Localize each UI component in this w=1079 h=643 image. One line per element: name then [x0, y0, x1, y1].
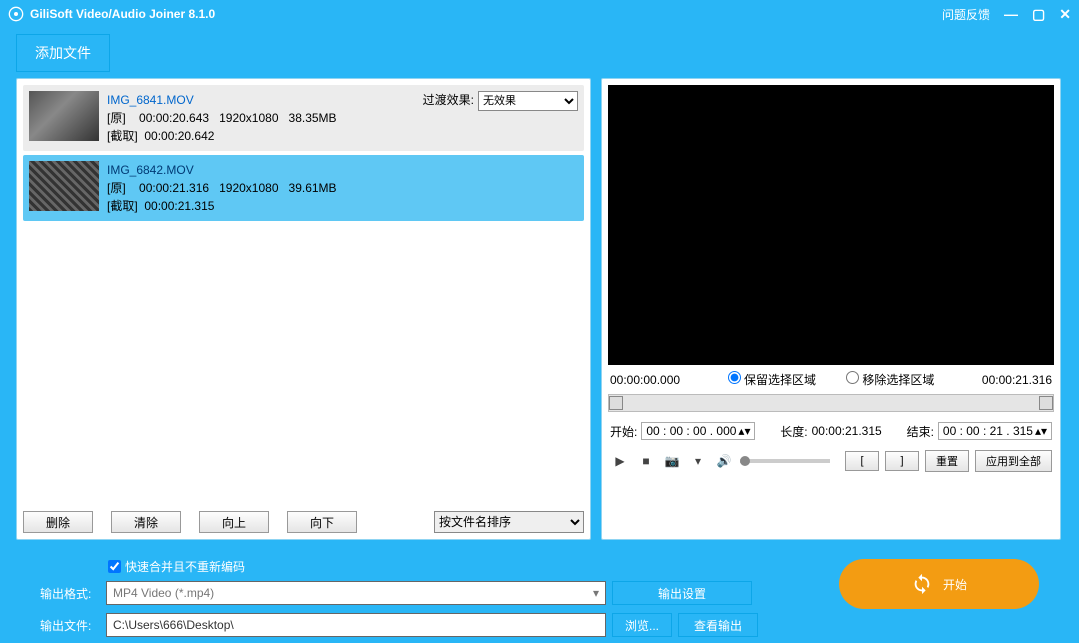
close-button[interactable]: ✕ — [1059, 7, 1071, 21]
browse-button[interactable]: 浏览... — [612, 613, 672, 637]
clear-button[interactable]: 清除 — [111, 511, 181, 533]
move-up-button[interactable]: 向上 — [199, 511, 269, 533]
volume-icon[interactable]: 🔊 — [714, 451, 734, 471]
output-file-input[interactable] — [106, 613, 606, 637]
feedback-link[interactable]: 问题反馈 — [942, 6, 990, 23]
file-thumbnail — [29, 161, 99, 211]
snapshot-icon[interactable]: 📷 — [662, 451, 682, 471]
preview-panel: 00:00:00.000 保留选择区域 移除选择区域 00:00:21.316 … — [601, 78, 1061, 540]
refresh-icon — [911, 573, 933, 595]
titlebar[interactable]: GiliSoft Video/Audio Joiner 8.1.0 问题反馈 —… — [0, 0, 1079, 28]
mark-in-button[interactable]: [ — [845, 451, 879, 471]
reset-button[interactable]: 重置 — [925, 450, 969, 472]
end-time-input[interactable]: 00 : 00 : 21 . 315▴▾ — [938, 422, 1052, 440]
slider-handle-right[interactable] — [1039, 396, 1053, 410]
move-down-button[interactable]: 向下 — [287, 511, 357, 533]
video-preview[interactable] — [608, 85, 1054, 365]
fullscreen-icon[interactable]: ▾ — [688, 451, 708, 471]
stop-icon[interactable]: ■ — [636, 451, 656, 471]
file-item[interactable]: IMG_6841.MOV [原] 00:00:20.643 1920x1080 … — [23, 85, 584, 151]
file-list-panel: IMG_6841.MOV [原] 00:00:20.643 1920x1080 … — [16, 78, 591, 540]
mark-out-button[interactable]: ] — [885, 451, 919, 471]
file-list: IMG_6841.MOV [原] 00:00:20.643 1920x1080 … — [23, 85, 584, 501]
fast-merge-label: 快速合并且不重新编码 — [125, 558, 245, 575]
preview-time-end: 00:00:21.316 — [982, 373, 1052, 387]
minimize-button[interactable]: — — [1004, 7, 1018, 21]
file-name: IMG_6841.MOV — [107, 91, 415, 109]
chevron-down-icon: ▾ — [593, 586, 599, 600]
volume-slider[interactable] — [740, 459, 830, 463]
output-settings-button[interactable]: 输出设置 — [612, 581, 752, 605]
start-time-input[interactable]: 00 : 00 : 00 . 000▴▾ — [641, 422, 755, 440]
fast-merge-checkbox[interactable] — [108, 560, 121, 573]
keep-region-radio[interactable]: 保留选择区域 — [728, 371, 816, 388]
apply-all-button[interactable]: 应用到全部 — [975, 450, 1052, 472]
add-file-button[interactable]: 添加文件 — [16, 34, 110, 72]
remove-region-radio[interactable]: 移除选择区域 — [846, 371, 934, 388]
range-slider[interactable] — [608, 394, 1054, 412]
file-info: IMG_6841.MOV [原] 00:00:20.643 1920x1080 … — [107, 91, 415, 145]
app-window: GiliSoft Video/Audio Joiner 8.1.0 问题反馈 —… — [0, 0, 1079, 643]
output-format-label: 输出格式: — [40, 585, 100, 602]
preview-time-start: 00:00:00.000 — [610, 373, 680, 387]
file-thumbnail — [29, 91, 99, 141]
output-format-select[interactable]: MP4 Video (*.mp4)▾ — [106, 581, 606, 605]
file-info: IMG_6842.MOV [原] 00:00:21.316 1920x1080 … — [107, 161, 578, 215]
slider-handle-left[interactable] — [609, 396, 623, 410]
output-file-label: 输出文件: — [40, 617, 100, 634]
sort-select[interactable]: 按文件名排序 — [434, 511, 584, 533]
view-output-button[interactable]: 查看输出 — [678, 613, 758, 637]
file-name: IMG_6842.MOV — [107, 161, 578, 179]
app-title: GiliSoft Video/Audio Joiner 8.1.0 — [30, 7, 215, 21]
file-item[interactable]: IMG_6842.MOV [原] 00:00:21.316 1920x1080 … — [23, 155, 584, 221]
start-button[interactable]: 开始 — [839, 559, 1039, 609]
app-icon — [8, 6, 24, 22]
transition-select[interactable]: 无效果 — [478, 91, 578, 111]
length-value: 00:00:21.315 — [812, 424, 882, 438]
maximize-button[interactable]: ▢ — [1032, 7, 1045, 21]
delete-button[interactable]: 删除 — [23, 511, 93, 533]
transition-label: 过渡效果: — [423, 91, 474, 108]
play-icon[interactable]: ▶ — [610, 451, 630, 471]
